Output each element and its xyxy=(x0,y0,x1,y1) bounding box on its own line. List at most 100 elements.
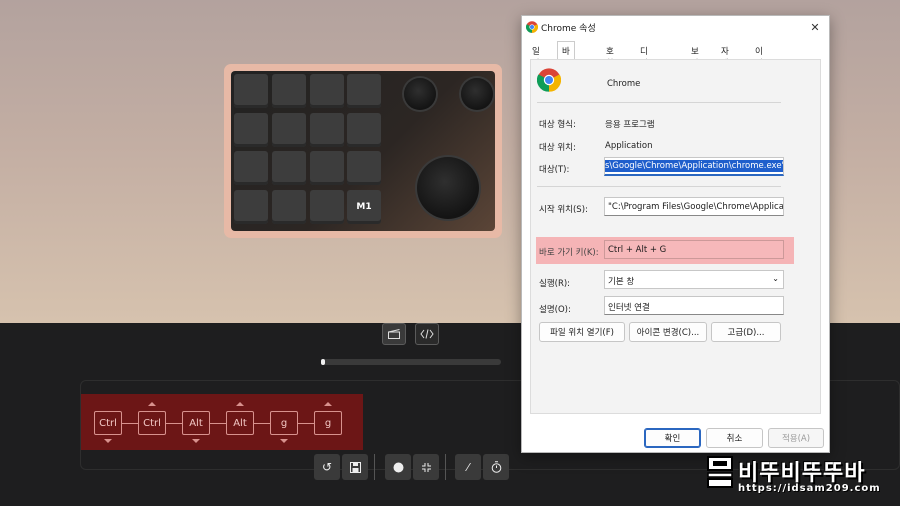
key-down-arrow-icon xyxy=(104,439,112,443)
key-up-arrow-icon xyxy=(236,402,244,406)
apply-button[interactable]: 적용(A) xyxy=(768,428,824,448)
tab-previous-versions[interactable]: 이전 버전 xyxy=(755,43,763,93)
keypad-key[interactable] xyxy=(347,113,381,147)
keypad-key-m1[interactable]: M1 xyxy=(347,190,381,224)
comment-label: 설명(O): xyxy=(539,305,571,315)
key-up-arrow-icon xyxy=(148,402,156,406)
toolbar-divider xyxy=(374,454,375,480)
target-input[interactable]: s\Google\Chrome\Application\chrome.exe" xyxy=(604,157,784,176)
macro-sequence: Ctrl Ctrl Alt Alt g g xyxy=(81,394,363,450)
target-type-label: 대상 형식: xyxy=(539,120,576,130)
chrome-icon xyxy=(526,21,538,33)
compress-icon xyxy=(421,462,431,472)
preview-mode-button[interactable] xyxy=(382,323,406,345)
save-button[interactable] xyxy=(342,454,368,480)
keypad-key[interactable] xyxy=(347,74,381,108)
undo-button[interactable]: ↺ xyxy=(314,454,340,480)
tab-digital-signature[interactable]: 디지털 서명 xyxy=(640,43,648,105)
dialog-titlebar[interactable]: Chrome 속성 ✕ xyxy=(522,16,829,38)
macro-key-ctrl-down[interactable]: Ctrl xyxy=(94,411,122,435)
keypad-key[interactable] xyxy=(272,74,306,108)
divider xyxy=(537,102,781,103)
open-file-location-button[interactable]: 파일 위치 열기(F) xyxy=(539,322,625,342)
record-icon xyxy=(393,462,403,472)
tab-compatibility[interactable]: 호환성 xyxy=(606,43,614,81)
divider xyxy=(537,186,781,187)
timer-button[interactable] xyxy=(483,454,509,480)
tab-shortcut[interactable]: 바로 가기 xyxy=(557,41,575,93)
app-name: Chrome xyxy=(607,79,641,89)
chevron-down-icon: ⌄ xyxy=(772,274,779,283)
target-type-value: 응용 프로그램 xyxy=(605,120,655,130)
close-button[interactable]: ✕ xyxy=(807,19,823,35)
keypad-key[interactable] xyxy=(310,74,344,108)
macro-connector xyxy=(298,423,314,424)
start-in-input[interactable]: "C:\Program Files\Google\Chrome\Applicat… xyxy=(604,197,784,216)
dialog-title: Chrome 속성 xyxy=(541,24,596,34)
macro-keypad-device: M1 xyxy=(224,64,502,238)
keypad-key[interactable] xyxy=(234,113,268,147)
macro-key-label: g xyxy=(324,417,332,429)
tab-general[interactable]: 일반 xyxy=(532,43,540,69)
shortcut-panel: Chrome 대상 형식: 응용 프로그램 대상 위치: Application… xyxy=(530,59,821,414)
chrome-app-icon xyxy=(537,68,561,92)
tab-security[interactable]: 보안 xyxy=(691,43,699,69)
macro-key-g-down[interactable]: g xyxy=(270,411,298,435)
keypad-key[interactable] xyxy=(272,151,306,185)
record-button[interactable] xyxy=(385,454,411,480)
compress-button[interactable] xyxy=(413,454,439,480)
undo-icon: ↺ xyxy=(321,460,333,474)
m1-label: M1 xyxy=(356,202,372,212)
macro-key-label: Ctrl xyxy=(143,417,161,429)
cancel-button[interactable]: 취소 xyxy=(706,428,763,448)
macro-key-g-up[interactable]: g xyxy=(314,411,342,435)
keypad-key[interactable] xyxy=(234,151,268,185)
chrome-properties-dialog: Chrome 속성 ✕ 일반 바로 가기 호환성 디지털 서명 보안 자세히 이… xyxy=(521,15,830,453)
keypad-face: M1 xyxy=(231,71,495,231)
advanced-button[interactable]: 고급(D)... xyxy=(711,322,781,342)
macro-key-alt-up[interactable]: Alt xyxy=(226,411,254,435)
run-select-value: 기본 창 xyxy=(608,277,635,287)
keypad-key[interactable] xyxy=(234,190,268,224)
keypad-key[interactable] xyxy=(310,151,344,185)
keypad-key[interactable] xyxy=(272,190,306,224)
shortcut-key-input[interactable]: Ctrl + Alt + G xyxy=(604,240,784,259)
start-in-label: 시작 위치(S): xyxy=(539,205,588,215)
macro-key-label: Alt xyxy=(233,417,247,429)
keypad-key[interactable] xyxy=(310,113,344,147)
stopwatch-icon xyxy=(491,461,501,473)
keypad-key[interactable] xyxy=(347,151,381,185)
macro-connector xyxy=(210,423,226,424)
target-value-selected: s\Google\Chrome\Application\chrome.exe" xyxy=(605,160,784,172)
macro-connector xyxy=(254,423,270,424)
watermark-logo xyxy=(707,456,733,488)
comment-input[interactable]: 인터넷 연결 xyxy=(604,296,784,315)
toolbar-divider xyxy=(445,454,446,480)
small-knob-right[interactable] xyxy=(461,78,493,110)
keypad-key[interactable] xyxy=(310,190,344,224)
large-dial-knob[interactable] xyxy=(417,157,479,219)
save-icon xyxy=(349,461,361,473)
macro-connector xyxy=(122,423,138,424)
small-knob-left[interactable] xyxy=(404,78,436,110)
change-icon-button[interactable]: 아이콘 변경(C)... xyxy=(629,322,707,342)
keypad-key[interactable] xyxy=(234,74,268,108)
target-label: 대상(T): xyxy=(539,165,570,175)
macro-connector xyxy=(166,423,182,424)
macro-key-label: g xyxy=(280,417,288,429)
code-view-button[interactable] xyxy=(415,323,439,345)
timeline-progress[interactable] xyxy=(321,359,501,365)
tab-details[interactable]: 자세히 xyxy=(721,43,729,81)
magic-wand-button[interactable]: ⁄ xyxy=(455,454,481,480)
close-icon: ✕ xyxy=(810,20,820,34)
keypad-key[interactable] xyxy=(272,113,306,147)
magic-wand-icon: ⁄ xyxy=(467,460,469,474)
run-select[interactable]: 기본 창 ⌄ xyxy=(604,270,784,289)
macro-key-label: Ctrl xyxy=(99,417,117,429)
macro-key-label: Alt xyxy=(189,417,203,429)
ok-button[interactable]: 확인 xyxy=(644,428,701,448)
timeline-progress-fill xyxy=(321,359,325,365)
macro-key-alt-down[interactable]: Alt xyxy=(182,411,210,435)
macro-key-ctrl-up[interactable]: Ctrl xyxy=(138,411,166,435)
code-icon xyxy=(420,329,434,339)
